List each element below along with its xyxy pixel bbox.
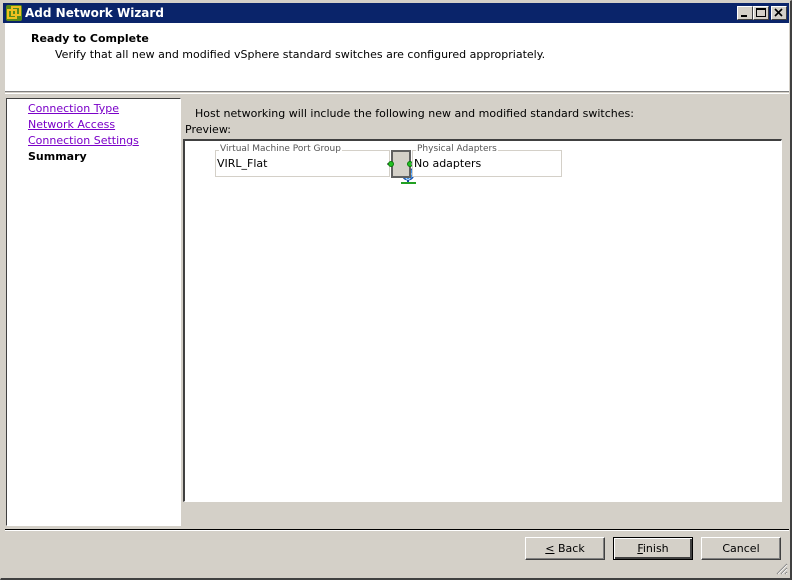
page-subtitle: Verify that all new and modified vSphere… [55, 48, 546, 61]
physical-adapters-value: No adapters [414, 157, 482, 170]
nav-step-network-access[interactable]: Network Access [28, 118, 115, 131]
title-bar[interactable]: Add Network Wizard [3, 3, 789, 23]
physical-adapters-box: Physical Adapters No adapters [412, 144, 562, 177]
back-mnemonic: < [545, 542, 555, 555]
cancel-label: Cancel [722, 542, 760, 555]
port-group-name: VIRL_Flat [217, 157, 268, 170]
maximize-button[interactable] [753, 6, 769, 20]
port-group-box: Virtual Machine Port Group VIRL_Flat [215, 144, 416, 184]
wizard-steps-nav: Connection Type Network Access Connectio… [6, 98, 181, 526]
window-title: Add Network Wizard [25, 6, 164, 20]
port-group-legend: Virtual Machine Port Group [219, 144, 342, 154]
physical-adapters-legend: Physical Adapters [416, 144, 498, 154]
close-button[interactable] [771, 6, 787, 20]
connector-dot-left [388, 161, 394, 167]
nav-step-connection-settings[interactable]: Connection Settings [28, 134, 139, 147]
summary-description: Host networking will include the followi… [195, 107, 634, 120]
add-network-wizard-window: Add Network Wizard Ready to Complete Ver… [0, 0, 792, 580]
back-button[interactable]: < Back [525, 537, 605, 560]
nav-step-connection-type[interactable]: Connection Type [28, 102, 119, 115]
preview-label: Preview: [185, 123, 231, 136]
switch-preview-panel: Virtual Machine Port Group VIRL_Flat Phy… [183, 139, 782, 502]
minimize-icon [741, 15, 747, 17]
wizard-header: Ready to Complete Verify that all new an… [5, 23, 789, 92]
maximize-icon [756, 8, 766, 17]
resize-grip-icon[interactable] [775, 562, 788, 575]
page-title: Ready to Complete [31, 32, 149, 45]
finish-button[interactable]: Finish [613, 537, 693, 560]
finish-label: inish [642, 542, 669, 555]
footer-divider-highlight [5, 530, 789, 531]
vsphere-app-icon [6, 5, 22, 21]
minimize-button[interactable] [737, 6, 753, 20]
nav-step-summary: Summary [28, 150, 87, 163]
header-divider [5, 93, 789, 94]
close-icon [774, 8, 783, 17]
cancel-button[interactable]: Cancel [701, 537, 781, 560]
back-label: Back [554, 542, 585, 555]
